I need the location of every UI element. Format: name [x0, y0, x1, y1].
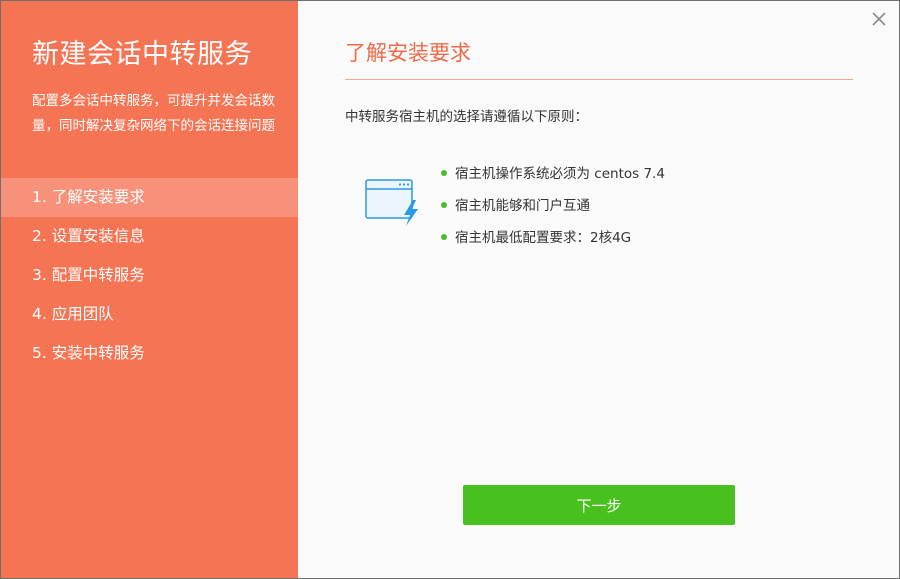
requirement-text: 宿主机能够和门户互通: [455, 198, 590, 214]
green-dot-icon: [441, 202, 447, 208]
requirement-item: 宿主机操作系统必须为 centos 7.4: [441, 160, 665, 192]
step-item-4[interactable]: 4. 应用团队: [1, 295, 298, 334]
green-dot-icon: [441, 170, 447, 176]
main-panel: 了解安装要求 中转服务宿主机的选择请遵循以下原则： 宿主机操作系统必须为 cen…: [298, 1, 899, 578]
requirement-item: 宿主机最低配置要求：2核4G: [441, 224, 665, 256]
sidebar-title: 新建会话中转服务: [32, 39, 252, 70]
sidebar: 新建会话中转服务 配置多会话中转服务，可提升并发会话数量，同时解决复杂网络下的会…: [1, 1, 298, 578]
title-divider: [345, 79, 853, 80]
green-dot-icon: [441, 234, 447, 240]
sidebar-description: 配置多会话中转服务，可提升并发会话数量，同时解决复杂网络下的会话连接问题: [32, 93, 275, 134]
dialog: 新建会话中转服务 配置多会话中转服务，可提升并发会话数量，同时解决复杂网络下的会…: [0, 0, 900, 579]
step-list: 1. 了解安装要求 2. 设置安装信息 3. 配置中转服务 4. 应用团队 5.…: [1, 178, 298, 373]
requirement-text: 宿主机操作系统必须为 centos 7.4: [455, 166, 665, 182]
next-button[interactable]: 下一步: [463, 485, 735, 525]
step-item-2[interactable]: 2. 设置安装信息: [1, 217, 298, 256]
requirement-list: 宿主机操作系统必须为 centos 7.4 宿主机能够和门户互通 宿主机最低配置…: [441, 160, 665, 256]
requirement-item: 宿主机能够和门户互通: [441, 192, 665, 224]
browser-window-lightning-icon: [365, 179, 418, 226]
step-item-3[interactable]: 3. 配置中转服务: [1, 256, 298, 295]
step-item-5[interactable]: 5. 安装中转服务: [1, 334, 298, 373]
requirement-text: 宿主机最低配置要求：2核4G: [455, 230, 632, 246]
step-item-1[interactable]: 1. 了解安装要求: [1, 178, 298, 217]
page-title: 了解安装要求: [345, 41, 471, 65]
intro-text: 中转服务宿主机的选择请遵循以下原则：: [345, 109, 588, 125]
